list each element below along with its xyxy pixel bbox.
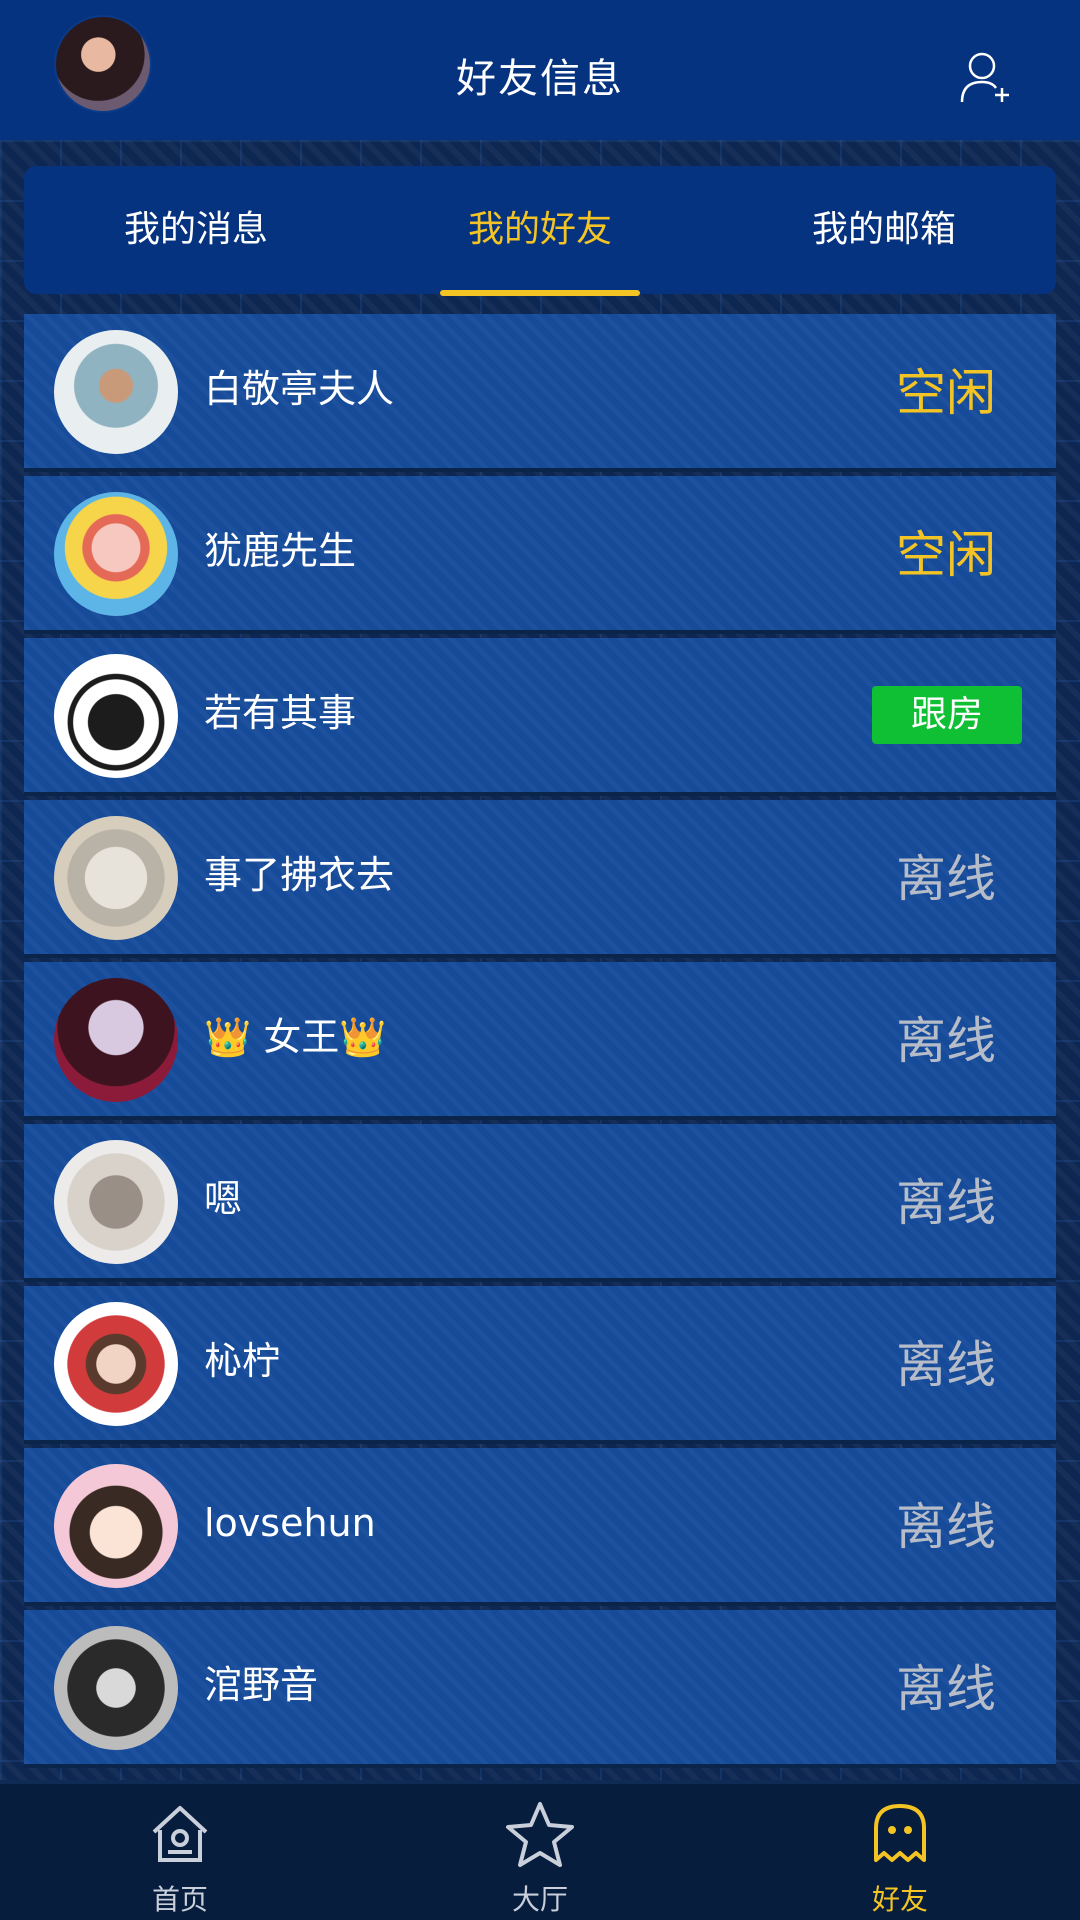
home-icon (152, 1806, 208, 1862)
friend-avatar (54, 654, 178, 778)
ghost-icon (874, 1804, 926, 1862)
status-badge: 空闲 (896, 364, 996, 422)
friend-name: lovsehun (204, 1501, 376, 1545)
friend-list: 白敬亭夫人 空闲 犹鹿先生 空闲 若有其事 跟房 事了拂衣去 离线 👑 女王👑 … (24, 314, 1056, 1772)
friend-name: 犹鹿先生 (204, 529, 357, 573)
friend-row[interactable]: 若有其事 跟房 (24, 638, 1056, 796)
nav-friends[interactable]: 好友 (720, 1784, 1080, 1920)
status-badge: 离线 (896, 1498, 996, 1556)
friend-row[interactable]: 👑 女王👑 离线 (24, 962, 1056, 1120)
tab-label: 我的邮箱 (811, 209, 956, 250)
friend-row[interactable]: 犹鹿先生 空闲 (24, 476, 1056, 634)
nav-label: 首页 (151, 1883, 208, 1916)
active-tab-indicator (440, 290, 640, 296)
friend-name: 杺柠 (204, 1339, 281, 1383)
friend-row[interactable]: 白敬亭夫人 空闲 (24, 314, 1056, 472)
app-header: 好友信息 (0, 0, 1080, 140)
bottom-navigation: 首页 大厅 好友 (0, 1784, 1080, 1920)
friend-row[interactable]: 杺柠 离线 (24, 1286, 1056, 1444)
friend-name: 白敬亭夫人 (204, 367, 395, 411)
friend-avatar (54, 1302, 178, 1426)
friend-avatar (54, 816, 178, 940)
friend-name: 若有其事 (204, 691, 357, 735)
page-title: 好友信息 (456, 56, 624, 102)
friend-avatar (54, 1626, 178, 1750)
friend-name: 👑 女王👑 (204, 1015, 387, 1059)
nav-lobby[interactable]: 大厅 (360, 1784, 720, 1920)
friend-avatar (54, 1464, 178, 1588)
tab-my-mailbox[interactable]: 我的邮箱 (712, 166, 1056, 294)
nav-home[interactable]: 首页 (0, 1784, 360, 1920)
status-badge: 离线 (896, 1012, 996, 1070)
add-friend-icon[interactable] (960, 50, 1012, 104)
status-badge: 离线 (896, 850, 996, 908)
friend-avatar (54, 330, 178, 454)
tab-bar: 我的消息 我的好友 我的邮箱 (24, 166, 1056, 296)
nav-label: 好友 (871, 1883, 928, 1916)
status-badge: 离线 (896, 1660, 996, 1718)
tab-label: 我的好友 (467, 209, 612, 250)
friend-row[interactable]: lovsehun 离线 (24, 1448, 1056, 1606)
friend-row[interactable]: 事了拂衣去 离线 (24, 800, 1056, 958)
nav-label: 大厅 (511, 1883, 568, 1916)
friend-name: 涫野音 (204, 1663, 319, 1707)
friend-avatar (54, 1140, 178, 1264)
tab-label: 我的消息 (123, 209, 268, 250)
tab-my-messages[interactable]: 我的消息 (24, 166, 368, 294)
tab-my-friends[interactable]: 我的好友 (368, 166, 712, 296)
friend-name: 事了拂衣去 (204, 853, 395, 897)
friend-avatar (54, 492, 178, 616)
status-badge: 空闲 (896, 526, 996, 584)
friend-name: 嗯 (204, 1177, 243, 1221)
follow-room-button[interactable]: 跟房 (872, 686, 1022, 744)
friend-avatar (54, 978, 178, 1102)
friend-row[interactable]: 涫野音 离线 (24, 1610, 1056, 1768)
status-badge: 离线 (896, 1336, 996, 1394)
star-icon (506, 1802, 574, 1867)
friend-row[interactable]: 嗯 离线 (24, 1124, 1056, 1282)
status-badge: 离线 (896, 1174, 996, 1232)
